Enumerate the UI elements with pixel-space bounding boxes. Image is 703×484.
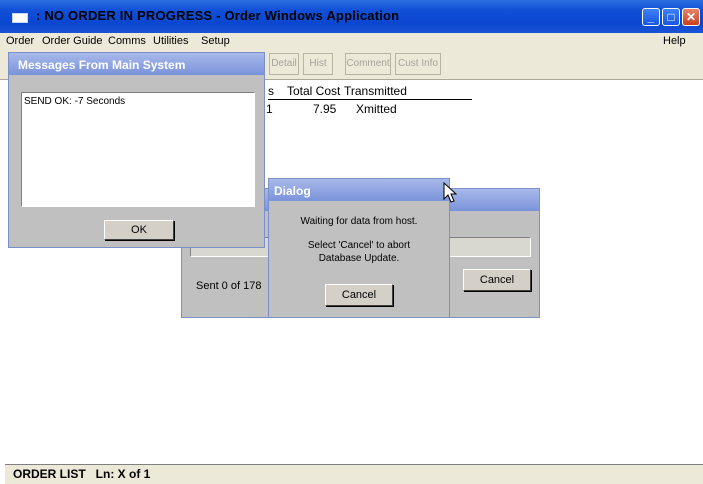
wait-cancel-button[interactable]: Cancel bbox=[325, 284, 393, 306]
wait-dialog-title[interactable]: Dialog bbox=[269, 179, 449, 201]
row-transmitted[interactable]: Xmitted bbox=[356, 102, 397, 116]
window-title: : NO ORDER IN PROGRESS - Order Windows A… bbox=[36, 8, 400, 23]
wait-dialog: Dialog Waiting for data from host. Selec… bbox=[268, 178, 450, 318]
maximize-button[interactable]: □ bbox=[662, 8, 680, 26]
header-divider bbox=[268, 99, 472, 100]
close-button[interactable]: ✕ bbox=[682, 8, 700, 26]
hist-button[interactable]: Hist bbox=[303, 53, 333, 75]
mouse-cursor-icon bbox=[443, 182, 457, 203]
messages-dialog-title[interactable]: Messages From Main System bbox=[9, 53, 264, 75]
app-icon[interactable] bbox=[12, 13, 28, 23]
menu-setup[interactable]: Setup bbox=[201, 35, 230, 47]
row-total-cost[interactable]: 7.95 bbox=[313, 102, 336, 116]
menu-order-guide[interactable]: Order Guide bbox=[42, 35, 103, 47]
column-header-total-cost[interactable]: Total Cost bbox=[287, 84, 340, 98]
column-header-fragment[interactable]: s bbox=[268, 84, 274, 98]
sent-count-text: Sent 0 of 178 bbox=[196, 280, 262, 292]
status-text: ORDER LIST Ln: X of 1 bbox=[13, 467, 151, 481]
database-update-text: Database Update. bbox=[318, 253, 400, 264]
row-id-fragment[interactable]: 1 bbox=[266, 102, 273, 116]
progress-cancel-button[interactable]: Cancel bbox=[463, 269, 531, 291]
menu-comms[interactable]: Comms bbox=[108, 35, 146, 47]
message-text-box[interactable]: SEND OK: -7 Seconds bbox=[21, 92, 255, 207]
waiting-text: Waiting for data from host. bbox=[300, 216, 418, 227]
ok-button[interactable]: OK bbox=[104, 220, 174, 240]
menu-bar: Order Order Guide Comms Utilities Setup … bbox=[0, 33, 703, 49]
menu-utilities[interactable]: Utilities bbox=[153, 35, 188, 47]
menu-help[interactable]: Help bbox=[663, 35, 686, 47]
maximize-icon: □ bbox=[667, 10, 675, 24]
detail-button[interactable]: Detail bbox=[269, 53, 299, 75]
close-icon: ✕ bbox=[685, 10, 697, 24]
cust-info-button[interactable]: Cust Info bbox=[395, 53, 441, 75]
column-header-transmitted[interactable]: Transmitted bbox=[344, 84, 407, 98]
messages-dialog: Messages From Main System SEND OK: -7 Se… bbox=[8, 52, 265, 248]
minimize-icon: _ bbox=[647, 10, 655, 24]
cancel-instruction-text: Select 'Cancel' to abort bbox=[307, 240, 411, 251]
menu-order[interactable]: Order bbox=[6, 35, 34, 47]
minimize-button[interactable]: _ bbox=[642, 8, 660, 26]
comment-button[interactable]: Comment bbox=[345, 53, 391, 75]
